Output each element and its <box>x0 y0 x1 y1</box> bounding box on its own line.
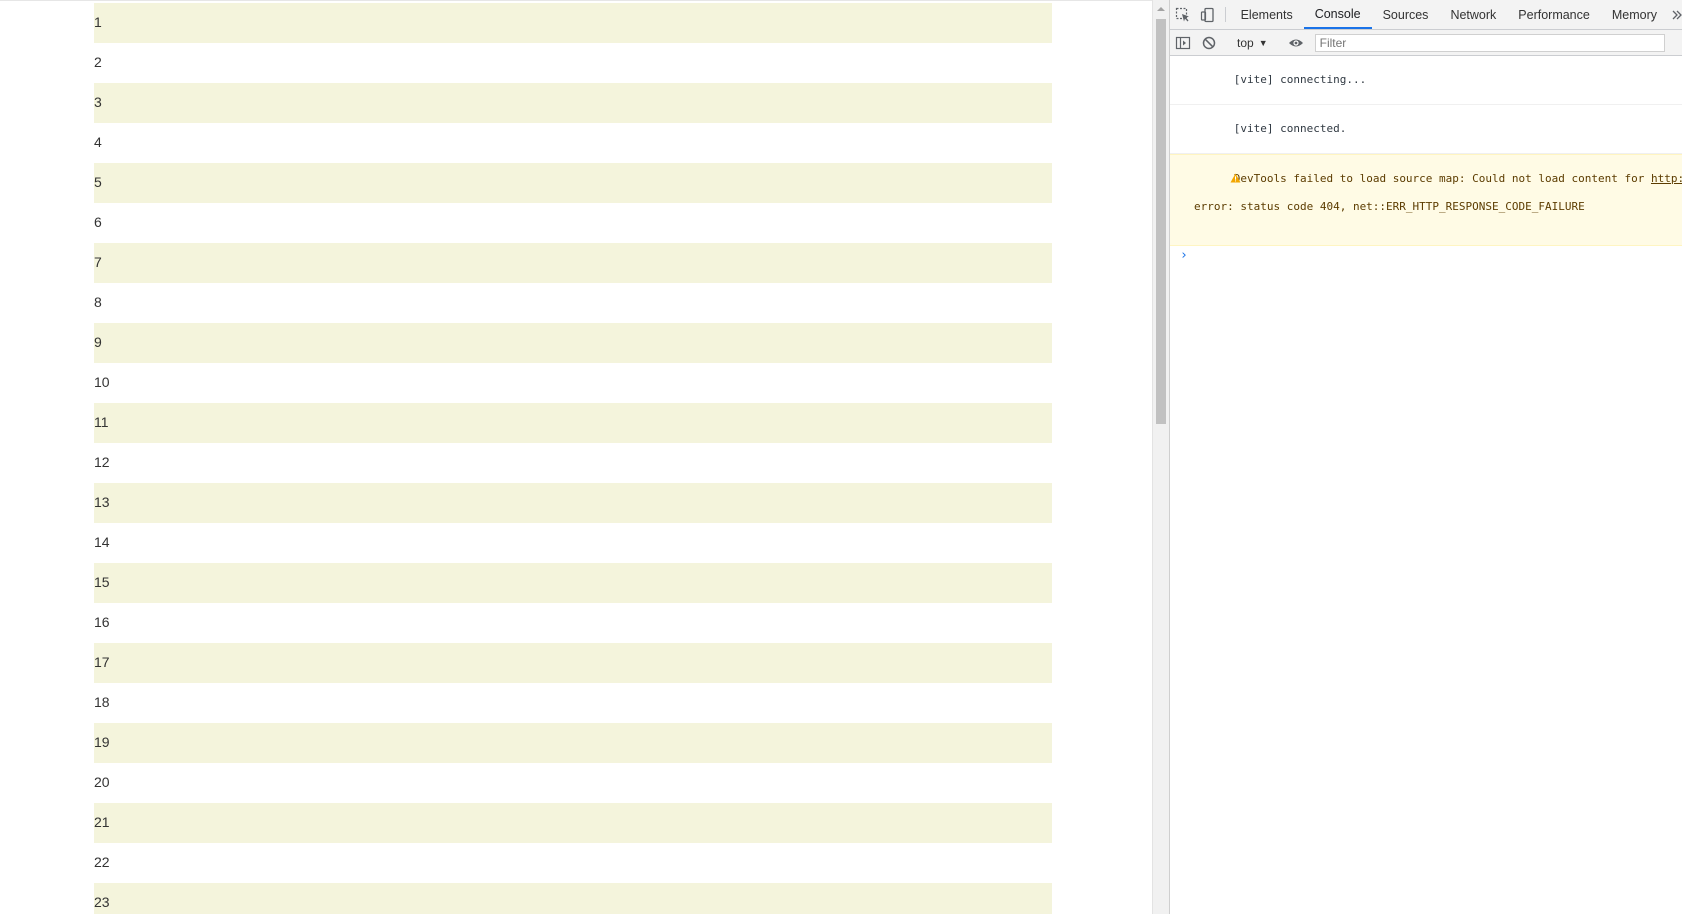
tab-console[interactable]: Console <box>1303 0 1372 29</box>
list-row-label: 13 <box>94 494 110 510</box>
list-row: 21 <box>94 803 1052 843</box>
list-row: 6 <box>94 203 1052 243</box>
list-row: 13 <box>94 483 1052 523</box>
row-list: 1 2 3 4 5 6 7 8 9 10 11 12 13 14 15 16 17 18 19 20 21 22 23 <box>94 3 1052 914</box>
list-row-label: 21 <box>94 814 110 830</box>
list-row: 20 <box>94 763 1052 803</box>
list-row: 17 <box>94 643 1052 683</box>
list-row: 15 <box>94 563 1052 603</box>
list-row-label: 18 <box>94 694 110 710</box>
console-messages: [vite] connecting... [vite] connected. D… <box>1170 56 1682 266</box>
source-map-link[interactable]: http://loca <box>1651 172 1682 185</box>
list-row: 10 <box>94 363 1052 403</box>
list-row: 2 <box>94 43 1052 83</box>
console-message: [vite] connected. <box>1170 105 1682 154</box>
list-row-label: 14 <box>94 534 110 550</box>
list-row: 19 <box>94 723 1052 763</box>
tab-sources[interactable]: Sources <box>1372 0 1440 29</box>
console-message: [vite] connecting... <box>1170 56 1682 105</box>
tab-elements[interactable]: Elements <box>1230 0 1304 29</box>
console-warning-detail: error: status code 404, net::ERR_HTTP_RE… <box>1194 200 1585 213</box>
scroll-thumb[interactable] <box>1156 19 1166 424</box>
list-row-label: 9 <box>94 334 102 350</box>
list-row-label: 10 <box>94 374 110 390</box>
list-row: 9 <box>94 323 1052 363</box>
prompt-chevron-icon: › <box>1180 248 1188 263</box>
clear-console-icon[interactable] <box>1196 30 1222 56</box>
list-row-label: 23 <box>94 894 110 910</box>
list-row-label: 2 <box>94 54 102 70</box>
list-row-label: 20 <box>94 774 110 790</box>
device-toolbar-icon[interactable] <box>1195 0 1220 29</box>
caret-down-icon: ▼ <box>1258 37 1268 48</box>
console-prompt[interactable]: › <box>1170 246 1682 266</box>
console-warning-text: DevTools failed to load source map: Coul… <box>1233 172 1651 185</box>
list-row: 3 <box>94 83 1052 123</box>
page-scrollbar[interactable] <box>1152 0 1169 914</box>
list-row-label: 17 <box>94 654 110 670</box>
list-row-label: 16 <box>94 614 110 630</box>
list-row: 14 <box>94 523 1052 563</box>
devtools-tab-bar: Elements Console Sources Network Performance… <box>1170 0 1682 30</box>
console-message-text: [vite] connecting... <box>1233 73 1367 86</box>
console-toolbar: top ▼ <box>1170 30 1682 56</box>
inspect-element-icon[interactable] <box>1170 0 1195 29</box>
scroll-up-arrow-icon[interactable] <box>1153 0 1169 17</box>
list-row-label: 3 <box>94 94 102 110</box>
list-row-label: 19 <box>94 734 110 750</box>
list-row-label: 5 <box>94 174 102 190</box>
context-selector[interactable]: top ▼ <box>1231 36 1274 50</box>
list-row: 16 <box>94 603 1052 643</box>
warning-icon <box>1177 159 1241 201</box>
list-row-label: 11 <box>94 414 109 430</box>
list-row-label: 15 <box>94 574 110 590</box>
console-message-text: [vite] connected. <box>1233 122 1347 135</box>
list-row: 7 <box>94 243 1052 283</box>
toolbar-divider <box>1224 7 1226 22</box>
list-row: 11 <box>94 403 1052 443</box>
devtools-panel: Elements Console Sources Network Performance… <box>1169 0 1682 914</box>
list-row: 12 <box>94 443 1052 483</box>
list-row: 23 <box>94 883 1052 914</box>
list-row: 5 <box>94 163 1052 203</box>
list-row-label: 4 <box>94 134 102 150</box>
more-tabs-icon[interactable] <box>1668 0 1682 29</box>
live-expression-eye-icon[interactable] <box>1283 30 1309 56</box>
tab-network[interactable]: Network <box>1439 0 1507 29</box>
list-row-label: 8 <box>94 294 102 310</box>
list-row: 1 <box>94 3 1052 43</box>
list-row-label: 12 <box>94 454 110 470</box>
list-row-label: 6 <box>94 214 102 230</box>
tab-memory[interactable]: Memory <box>1601 0 1668 29</box>
console-warning-message: DevTools failed to load source map: Coul… <box>1170 154 1682 246</box>
context-selector-label: top <box>1237 35 1254 50</box>
list-row: 4 <box>94 123 1052 163</box>
list-row: 18 <box>94 683 1052 723</box>
tab-performance[interactable]: Performance <box>1507 0 1601 29</box>
list-row-label: 1 <box>94 14 102 30</box>
devtools-tabs: Elements Console Sources Network Performance… <box>1230 0 1668 29</box>
list-row-label: 7 <box>94 254 102 270</box>
list-row-label: 22 <box>94 854 110 870</box>
list-row: 8 <box>94 283 1052 323</box>
page-viewport: 1 2 3 4 5 6 7 8 9 10 11 12 13 14 15 16 17 18 19 20 21 22 23 <box>0 0 1152 914</box>
sidebar-toggle-icon[interactable] <box>1170 30 1196 56</box>
console-filter-input[interactable] <box>1314 33 1665 52</box>
list-row: 22 <box>94 843 1052 883</box>
